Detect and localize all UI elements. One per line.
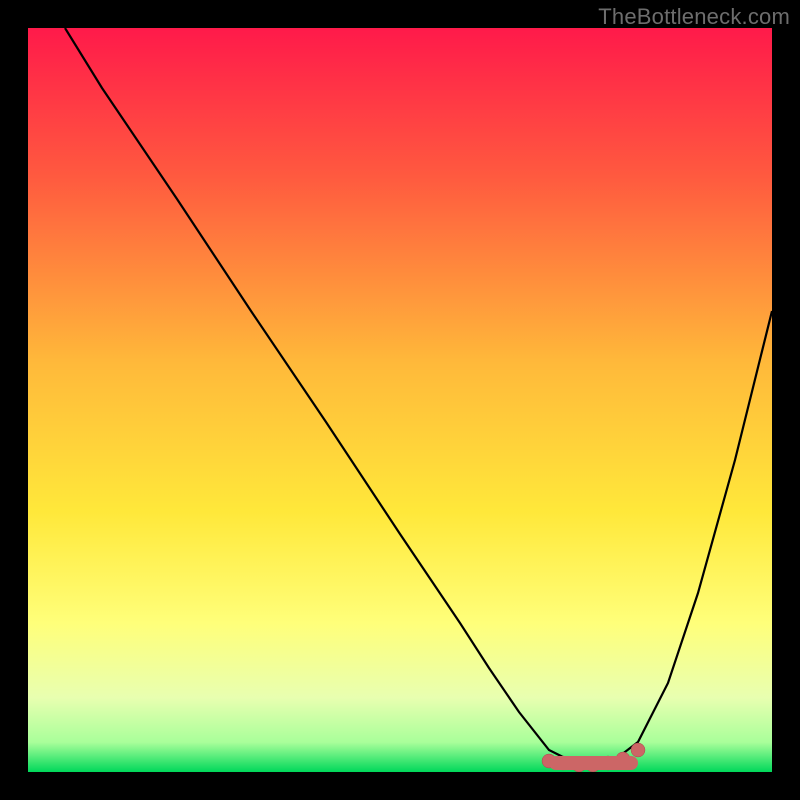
gradient-background: [28, 28, 772, 772]
chart-svg: [28, 28, 772, 772]
chart-container: TheBottleneck.com: [0, 0, 800, 800]
watermark-label: TheBottleneck.com: [598, 4, 790, 30]
plot-area: [28, 28, 772, 772]
